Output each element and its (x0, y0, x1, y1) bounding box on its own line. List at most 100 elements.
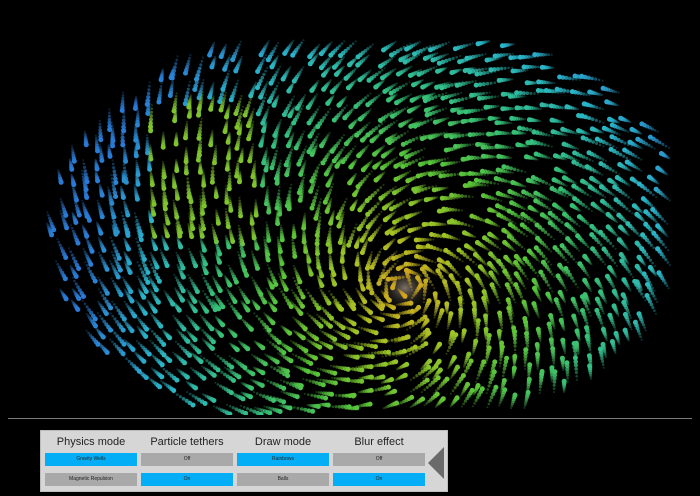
particle-dot (110, 277, 113, 280)
particle-dot (98, 137, 104, 143)
particle-dot (343, 225, 346, 228)
particle-dot (121, 214, 125, 218)
particle-dot (422, 56, 428, 61)
particle-dot (443, 147, 449, 153)
particle-dot (356, 153, 362, 159)
particle-dot (178, 244, 184, 250)
particle-dot (279, 237, 285, 243)
particle-dot (99, 254, 102, 257)
particle-dot (174, 168, 180, 174)
particle-dot (455, 237, 459, 241)
particle-dot (201, 81, 205, 85)
particle-dot (618, 115, 624, 121)
particle-dot (511, 171, 514, 174)
particle-dot (507, 93, 513, 99)
particle-dot (627, 130, 630, 133)
particle-dot (539, 64, 545, 70)
particle-dot (46, 211, 49, 214)
particle-dot (423, 107, 429, 113)
particle-dot (73, 198, 77, 202)
particle-dot (579, 73, 585, 79)
particle-dot (161, 182, 164, 185)
particle-dot (449, 99, 454, 105)
particle-dot (159, 88, 163, 92)
particle-dot (494, 120, 500, 126)
particle-dot (333, 72, 339, 77)
particle-dot (331, 64, 337, 70)
particle-dot (591, 159, 594, 163)
particle-dot (199, 63, 203, 67)
particle-dot (405, 224, 408, 228)
particle-dot (480, 193, 486, 199)
particle-dot (393, 262, 397, 266)
particle-dot (185, 120, 189, 123)
particle-dot (154, 264, 160, 270)
particle-dot (123, 220, 127, 225)
particle-dot (69, 224, 73, 227)
particle-dot (138, 247, 143, 251)
particle-dot (615, 211, 618, 214)
particle-dot (395, 108, 398, 111)
particle-dot (136, 275, 139, 278)
particle-dot (634, 211, 640, 217)
particle-dot (595, 105, 599, 109)
particle-dot (365, 102, 371, 108)
particle-dot (590, 246, 596, 252)
particle-dot (164, 245, 169, 251)
particle-dot (485, 117, 488, 120)
particle-dot (340, 42, 344, 45)
particle-dot (475, 142, 480, 147)
particle-dot (387, 140, 392, 146)
particle-dot (122, 159, 125, 162)
particle-dot (499, 172, 502, 175)
particle-dot (159, 249, 162, 252)
particle-dot (266, 188, 269, 192)
particle-dot (189, 204, 193, 208)
particle-dot (572, 73, 578, 79)
particle-dot (382, 268, 386, 272)
particle-dot (342, 227, 345, 231)
particle-dot (225, 184, 228, 188)
particle-dot (567, 76, 572, 81)
particle-dot (527, 221, 530, 224)
particle-dot (228, 69, 231, 73)
particle-dot (188, 80, 191, 83)
particle-dot (461, 230, 467, 236)
particle-dot (322, 199, 328, 205)
particle-dot (430, 57, 436, 63)
particle-dot (189, 54, 192, 57)
particle-dot (544, 181, 548, 185)
particle-dot (226, 244, 232, 250)
particle-dot (122, 217, 126, 221)
particle-dot (295, 282, 299, 286)
particle-dot (188, 276, 192, 280)
particle-dot (614, 171, 618, 174)
particle-dot (58, 179, 64, 185)
particle-dot (186, 113, 192, 119)
particle-dot (576, 214, 582, 220)
particle-dot (174, 94, 178, 98)
particle-dot (238, 43, 241, 46)
particle-dot (383, 120, 386, 123)
particle-dot (430, 260, 434, 263)
particle-dot (82, 162, 86, 166)
particle-dot (612, 208, 616, 212)
particle-dot (534, 233, 537, 237)
particle-visualization[interactable] (0, 0, 700, 415)
particle-dot (185, 91, 190, 95)
particle-dot (199, 217, 204, 221)
particle-dot (664, 144, 668, 148)
particle-dot (369, 45, 372, 49)
particle-dot (608, 146, 614, 152)
particle-dot (122, 118, 126, 123)
particle-dot (617, 162, 623, 167)
particle-dot (602, 121, 605, 124)
particle-dot (384, 262, 388, 265)
particle-dot (344, 236, 347, 239)
particle-dot (547, 133, 551, 137)
particle-dot (418, 40, 422, 43)
particle-dot (273, 47, 277, 51)
particle-dot (328, 131, 331, 134)
particle-dot (98, 119, 101, 122)
particle-dot (406, 106, 409, 109)
